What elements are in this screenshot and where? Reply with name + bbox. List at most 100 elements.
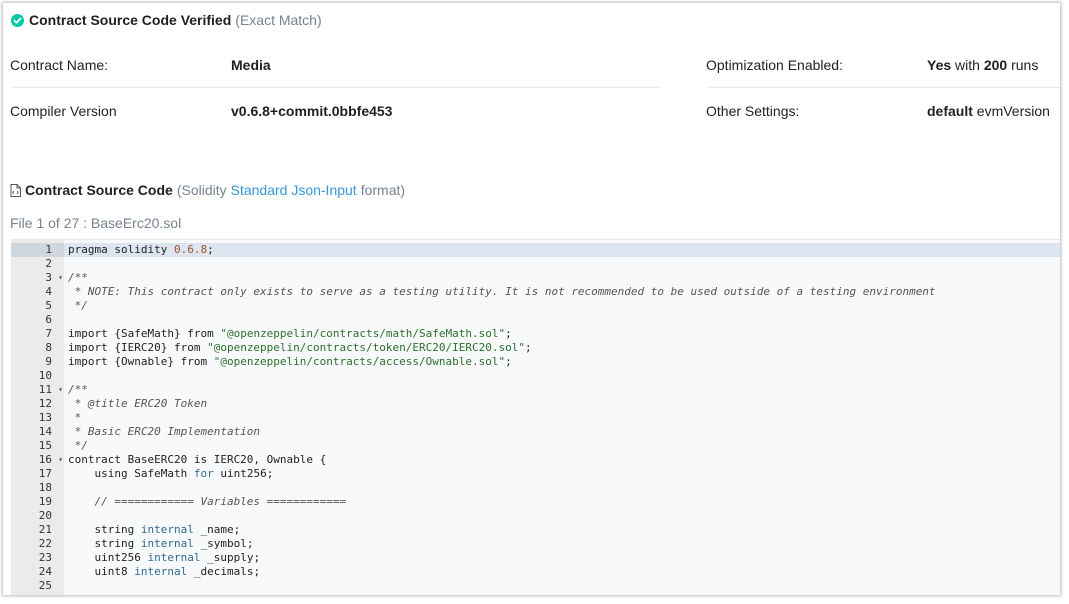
line-number-cell: 23 [11,551,64,565]
code-line[interactable]: 14 * Basic ERC20 Implementation [11,425,1060,439]
other-settings-suffix: evmVersion [976,103,1050,119]
verified-title: Contract Source Code Verified [29,12,232,28]
line-number-cell: 17 [11,467,64,481]
code-token: ; [207,243,214,256]
code-token: internal [134,565,188,578]
code-token: for [193,467,214,480]
line-number: 10 [38,369,52,382]
line-number: 13 [38,411,52,424]
optimization-runs: 200 [983,57,1008,73]
line-number: 1 [45,243,52,256]
line-number: 16 [38,453,52,466]
code-line[interactable]: 22 string internal _symbol; [11,537,1060,551]
code-token: * [68,411,82,424]
info-divider [10,87,659,88]
line-number: 25 [38,579,52,592]
code-token: pragma solidity [68,243,174,256]
code-line[interactable]: 4 * NOTE: This contract only exists to s… [11,285,1060,299]
standard-json-input-link[interactable]: Standard Json-Input [231,182,357,198]
code-text: contract BaseERC20 is IERC20, Ownable { [68,453,326,467]
code-token: import {IERC20} from [68,341,208,354]
line-number-cell: 1 [11,243,64,257]
code-line[interactable]: 18 [11,481,1060,495]
code-token: _symbol; [193,537,254,550]
code-line[interactable]: 11 ▾ /** [11,383,1060,397]
line-number-cell: 11 ▾ [11,383,64,397]
source-code-heading: Contract Source Code (Solidity Standard … [10,182,405,198]
code-token: * NOTE: This contract only exists to ser… [68,285,936,298]
other-settings-value: default evmVersion [927,103,1050,119]
line-number-cell: 4 [11,285,64,299]
code-line[interactable]: 24 uint8 internal _decimals; [11,565,1060,579]
line-number-cell: 2 [11,257,64,271]
fold-arrow-icon[interactable]: ▾ [58,383,63,397]
code-token: string [68,537,141,550]
code-token: internal [140,537,194,550]
code-token: _name; [193,523,241,536]
code-line[interactable]: 1 pragma solidity 0.6.8; [11,243,1060,257]
code-token: * @title ERC20 Token [68,397,208,410]
line-number-cell: 16 ▾ [11,453,64,467]
code-text: * NOTE: This contract only exists to ser… [68,285,936,299]
contract-panel: Contract Source Code Verified (Exact Mat… [3,3,1060,595]
code-token: * Basic ERC20 Implementation [68,425,261,438]
code-editor[interactable]: 1 pragma solidity 0.6.8; 2 3 ▾/** 4 * NOTE: T… [11,239,1060,595]
code-line[interactable]: 21 string internal _name; [11,523,1060,537]
code-line[interactable]: 17 using SafeMath for uint256; [11,467,1060,481]
code-token: using SafeMath [68,467,194,480]
line-number-cell: 8 [11,341,64,355]
line-number-cell: 21 [11,523,64,537]
fold-arrow-icon[interactable]: ▾ [58,271,63,285]
code-line[interactable]: 7 import {SafeMath} from "@openzeppelin/c… [11,327,1060,341]
code-line[interactable]: 10 [11,369,1060,383]
code-line[interactable]: 25 [11,579,1060,593]
compiler-value: v0.6.8+commit.0bbfe453 [231,103,393,119]
code-text: /** [68,271,88,285]
code-line[interactable]: 23 uint256 internal _supply; [11,551,1060,565]
code-token: ; [524,341,532,354]
code-token: internal [140,523,194,536]
code-line[interactable]: 2 [11,257,1060,271]
source-paren-close: format) [360,182,406,198]
code-line[interactable]: 6 [11,313,1060,327]
code-text: import {Ownable} from "@openzeppelin/con… [68,355,512,369]
contract-name-label: Contract Name: [10,57,109,73]
code-token: import {SafeMath} from [68,327,221,340]
line-number-cell: 22 [11,537,64,551]
code-token: */ [68,439,88,452]
line-number: 5 [45,299,52,312]
code-line[interactable]: 9 import {Ownable} from "@openzeppelin/co… [11,355,1060,369]
line-number-cell: 6 [11,313,64,327]
code-line[interactable]: 5 */ [11,299,1060,313]
line-number: 22 [38,537,52,550]
line-number: 23 [38,551,52,564]
code-line[interactable]: 20 [11,509,1060,523]
code-line[interactable]: 3 ▾ /** [11,271,1060,285]
code-token: "@openzeppelin/contracts/token/ERC20/IER… [207,341,525,354]
line-number-cell: 3 ▾ [11,271,64,285]
line-number: 12 [38,397,52,410]
code-line[interactable]: 16 ▾ contract BaseERC20 is IERC20, Ownable… [11,453,1060,467]
line-number-cell: 9 [11,355,64,369]
contract-name-value: Media [231,57,271,73]
file-code-icon [10,183,21,197]
code-text: uint256 internal _supply; [68,551,260,565]
fold-arrow-icon[interactable]: ▾ [58,453,63,467]
code-line[interactable]: 13 * [11,411,1060,425]
line-number: 9 [45,355,52,368]
code-text: using SafeMath for uint256; [68,467,273,481]
code-line[interactable]: 15 */ [11,439,1060,453]
code-token: /** [68,383,88,396]
code-text: /** [68,383,88,397]
line-number-cell: 13 [11,411,64,425]
line-number-cell: 25 [11,579,64,593]
line-number: 21 [38,523,52,536]
optimization-with: with [955,57,980,73]
check-circle-icon [11,13,24,27]
line-number-cell: 24 [11,565,64,579]
code-line[interactable]: 8 import {IERC20} from "@openzeppelin/con… [11,341,1060,355]
code-line[interactable]: 19 // ============ Variables ===========… [11,495,1060,509]
code-line[interactable]: 12 * @title ERC20 Token [11,397,1060,411]
code-token: uint256; [213,467,274,480]
info-divider [706,87,1060,88]
